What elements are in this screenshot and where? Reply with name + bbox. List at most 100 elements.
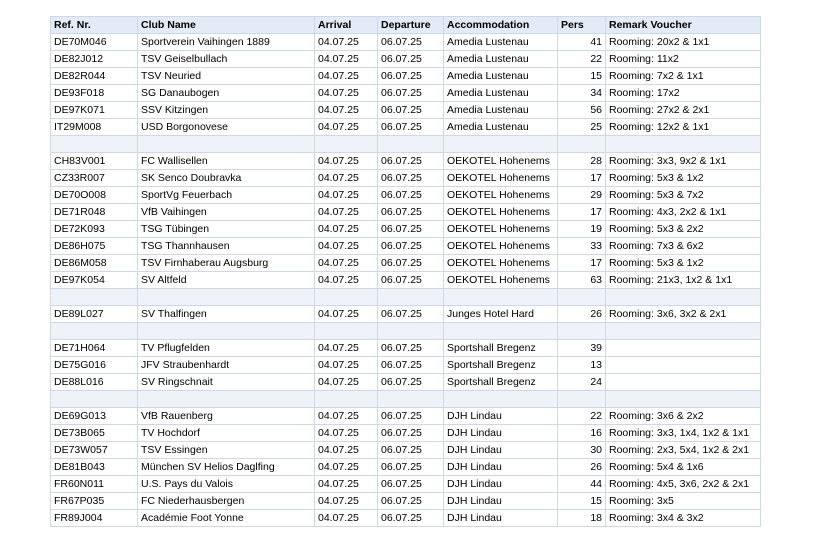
departure-cell: 06.07.25 — [377, 67, 444, 85]
ref-cell: IT29M008 — [50, 118, 138, 136]
departure-cell — [377, 390, 444, 408]
pers-cell — [557, 390, 606, 408]
club-cell: München SV Helios Daglfing — [137, 458, 315, 476]
remark-cell — [605, 356, 761, 374]
accommodation-cell: DJH Lindau — [443, 441, 558, 459]
accommodation-cell: Amedia Lustenau — [443, 67, 558, 85]
ref-cell: DE71R048 — [50, 203, 138, 221]
pers-cell: 28 — [557, 152, 606, 170]
pers-cell: 15 — [557, 492, 606, 510]
ref-cell: FR60N011 — [50, 475, 138, 493]
arrival-cell: 04.07.25 — [314, 33, 378, 51]
accommodation-cell: DJH Lindau — [443, 458, 558, 476]
club-cell: SK Senco Doubravka — [137, 169, 315, 187]
remark-cell: Rooming: 4x3, 2x2 & 1x1 — [605, 203, 761, 221]
arrival-cell: 04.07.25 — [314, 475, 378, 493]
ref-cell: DE70O008 — [50, 186, 138, 204]
departure-cell: 06.07.25 — [377, 407, 444, 425]
accommodation-cell — [443, 390, 558, 408]
col-header-remark: Remark Voucher — [605, 16, 761, 34]
departure-cell: 06.07.25 — [377, 458, 444, 476]
departure-cell: 06.07.25 — [377, 101, 444, 119]
club-cell: TSV Neuried — [137, 67, 315, 85]
ref-cell: DE73W057 — [50, 441, 138, 459]
club-cell: Sportverein Vaihingen 1889 — [137, 33, 315, 51]
col-header-club: Club Name — [137, 16, 315, 34]
departure-cell: 06.07.25 — [377, 33, 444, 51]
accommodation-cell: DJH Lindau — [443, 424, 558, 442]
ref-cell: DE89L027 — [50, 305, 138, 323]
accommodation-cell: Junges Hotel Hard — [443, 305, 558, 323]
pers-cell: 18 — [557, 509, 606, 527]
ref-cell: DE93F018 — [50, 84, 138, 102]
remark-cell: Rooming: 3x6, 3x2 & 2x1 — [605, 305, 761, 323]
ref-cell: DE75G016 — [50, 356, 138, 374]
arrival-cell: 04.07.25 — [314, 118, 378, 136]
club-cell: TSG Thannhausen — [137, 237, 315, 255]
accommodation-cell: Amedia Lustenau — [443, 101, 558, 119]
arrival-cell: 04.07.25 — [314, 424, 378, 442]
club-cell: TV Hochdorf — [137, 424, 315, 442]
remark-cell: Rooming: 5x3 & 1x2 — [605, 169, 761, 187]
accommodation-cell: DJH Lindau — [443, 509, 558, 527]
table-row: DE72K093 TSG Tübingen 04.07.25 06.07.25 OEKO… — [50, 220, 761, 238]
arrival-cell: 04.07.25 — [314, 254, 378, 272]
table-row: DE75G016 JFV Straubenhardt 04.07.25 06.07.2… — [50, 356, 761, 374]
club-cell: TV Pflugfelden — [137, 339, 315, 357]
arrival-cell: 04.07.25 — [314, 373, 378, 391]
club-cell: TSV Firnhaberau Augsburg — [137, 254, 315, 272]
departure-cell: 06.07.25 — [377, 237, 444, 255]
arrival-cell: 04.07.25 — [314, 237, 378, 255]
ref-cell: DE97K071 — [50, 101, 138, 119]
pers-cell: 63 — [557, 271, 606, 289]
table-row: DE82R044 TSV Neuried 04.07.25 06.07.25 Amedi… — [50, 67, 761, 85]
pers-cell — [557, 135, 606, 153]
ref-cell: CZ33R007 — [50, 169, 138, 187]
departure-cell: 06.07.25 — [377, 441, 444, 459]
accommodation-cell: Amedia Lustenau — [443, 50, 558, 68]
pers-cell: 33 — [557, 237, 606, 255]
ref-cell: DE72K093 — [50, 220, 138, 238]
accommodation-cell: Sportshall Bregenz — [443, 339, 558, 357]
pers-cell: 29 — [557, 186, 606, 204]
club-cell: USD Borgonovese — [137, 118, 315, 136]
pers-cell: 56 — [557, 101, 606, 119]
ref-cell: DE86H075 — [50, 237, 138, 255]
remark-cell: Rooming: 5x3 & 2x2 — [605, 220, 761, 238]
departure-cell — [377, 288, 444, 306]
club-cell: SSV Kitzingen — [137, 101, 315, 119]
accommodation-cell: Sportshall Bregenz — [443, 373, 558, 391]
departure-cell: 06.07.25 — [377, 254, 444, 272]
col-header-accommodation: Accommodation — [443, 16, 558, 34]
remark-cell: Rooming: 21x3, 1x2 & 1x1 — [605, 271, 761, 289]
remark-cell — [605, 322, 761, 340]
table-row: CZ33R007 SK Senco Doubravka 04.07.25 06.07.… — [50, 169, 761, 187]
club-cell: VfB Vaihingen — [137, 203, 315, 221]
departure-cell — [377, 322, 444, 340]
remark-cell: Rooming: 7x3 & 6x2 — [605, 237, 761, 255]
arrival-cell: 04.07.25 — [314, 152, 378, 170]
club-cell: TSG Tübingen — [137, 220, 315, 238]
pers-cell: 30 — [557, 441, 606, 459]
ref-cell — [50, 322, 138, 340]
ref-cell: DE88L016 — [50, 373, 138, 391]
table-row: DE89L027 SV Thalfingen 04.07.25 06.07.25 Jun… — [50, 305, 761, 323]
pers-cell — [557, 288, 606, 306]
accommodation-cell: Amedia Lustenau — [443, 118, 558, 136]
departure-cell: 06.07.25 — [377, 203, 444, 221]
ref-cell — [50, 390, 138, 408]
remark-cell — [605, 135, 761, 153]
departure-cell: 06.07.25 — [377, 220, 444, 238]
ref-cell: DE73B065 — [50, 424, 138, 442]
accommodation-cell — [443, 288, 558, 306]
arrival-cell: 04.07.25 — [314, 356, 378, 374]
accommodation-cell: OEKOTEL Hohenems — [443, 271, 558, 289]
pers-cell: 19 — [557, 220, 606, 238]
table-row: DE81B043 München SV Helios Daglfing 04.07.… — [50, 458, 761, 476]
accommodation-cell: OEKOTEL Hohenems — [443, 254, 558, 272]
club-cell: Académie Foot Yonne — [137, 509, 315, 527]
club-cell: SV Ringschnait — [137, 373, 315, 391]
ref-cell: DE97K054 — [50, 271, 138, 289]
table-row: DE71H064 TV Pflugfelden 04.07.25 06.07.25 Sp… — [50, 339, 761, 357]
table-body: DE70M046 Sportverein Vaihingen 1889 04.07.… — [50, 33, 761, 527]
